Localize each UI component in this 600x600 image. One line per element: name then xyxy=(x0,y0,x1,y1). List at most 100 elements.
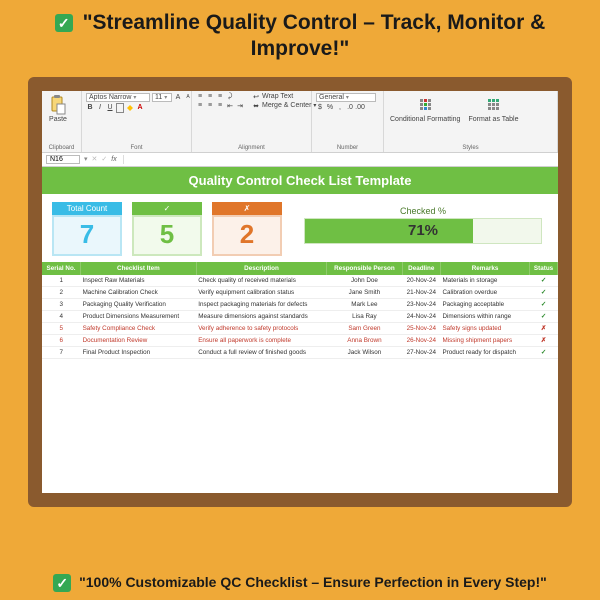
align-middle-icon[interactable]: ≡ xyxy=(206,93,214,101)
formula-input[interactable] xyxy=(123,155,554,164)
cell-desc[interactable]: Check quality of received materials xyxy=(196,275,327,287)
conditional-formatting-button[interactable]: Conditional Formatting xyxy=(388,93,462,125)
worksheet[interactable]: Quality Control Check List Template Tota… xyxy=(42,167,558,493)
cell-deadline[interactable]: 23-Nov-24 xyxy=(402,298,440,310)
table-row[interactable]: 2Machine Calibration CheckVerify equipme… xyxy=(42,286,558,298)
indent-increase-icon[interactable]: ⇥ xyxy=(236,102,244,110)
cell-item[interactable]: Machine Calibration Check xyxy=(81,286,197,298)
cell-desc[interactable]: Verify equipment calibration status xyxy=(196,286,327,298)
enter-icon[interactable]: ✓ xyxy=(101,155,107,163)
cell-deadline[interactable]: 20-Nov-24 xyxy=(402,275,440,287)
cell-status[interactable]: ✓ xyxy=(530,275,558,287)
font-name-select[interactable]: Aptos Narrow▾ xyxy=(86,93,150,102)
increase-decimal-icon[interactable]: .0 xyxy=(346,104,354,112)
cell-person[interactable]: Jack Wilson xyxy=(327,346,402,358)
align-center-icon[interactable]: ≡ xyxy=(206,102,214,110)
align-bottom-icon[interactable]: ≡ xyxy=(216,93,224,101)
cell-status[interactable]: ✓ xyxy=(530,346,558,358)
paste-button[interactable]: Paste xyxy=(46,93,70,125)
cell-serial[interactable]: 2 xyxy=(42,286,81,298)
format-as-table-button[interactable]: Format as Table xyxy=(466,93,520,125)
cell-item[interactable]: Final Product Inspection xyxy=(81,346,197,358)
decrease-font-icon[interactable]: A xyxy=(184,93,192,101)
cell-remarks[interactable]: Calibration overdue xyxy=(440,286,529,298)
cell-item[interactable]: Documentation Review xyxy=(81,334,197,346)
cell-remarks[interactable]: Packaging acceptable xyxy=(440,298,529,310)
align-top-icon[interactable]: ≡ xyxy=(196,93,204,101)
cell-remarks[interactable]: Missing shipment papers xyxy=(440,334,529,346)
cell-serial[interactable]: 3 xyxy=(42,298,81,310)
cell-desc[interactable]: Inspect packaging materials for defects xyxy=(196,298,327,310)
border-button[interactable] xyxy=(116,104,124,112)
merge-center-button[interactable]: ⬌ Merge & Center ▾ xyxy=(252,102,316,110)
table-row[interactable]: 4Product Dimensions MeasurementMeasure d… xyxy=(42,310,558,322)
italic-button[interactable]: I xyxy=(96,104,104,112)
cell-desc[interactable]: Verify adherence to safety protocols xyxy=(196,322,327,334)
cell-status[interactable]: ✗ xyxy=(530,322,558,334)
col-desc[interactable]: Description xyxy=(196,262,327,275)
table-row[interactable]: 7Final Product InspectionConduct a full … xyxy=(42,346,558,358)
font-size-select[interactable]: 11▾ xyxy=(152,93,172,102)
cell-desc[interactable]: Conduct a full review of finished goods xyxy=(196,346,327,358)
table-row[interactable]: 3Packaging Quality VerificationInspect p… xyxy=(42,298,558,310)
table-row[interactable]: 1Inspect Raw MaterialsCheck quality of r… xyxy=(42,275,558,287)
cell-serial[interactable]: 5 xyxy=(42,322,81,334)
align-right-icon[interactable]: ≡ xyxy=(216,102,224,110)
table-row[interactable]: 6Documentation ReviewEnsure all paperwor… xyxy=(42,334,558,346)
cell-desc[interactable]: Ensure all paperwork is complete xyxy=(196,334,327,346)
decrease-decimal-icon[interactable]: .00 xyxy=(356,104,364,112)
fill-color-button[interactable] xyxy=(126,104,134,112)
comma-format-icon[interactable]: , xyxy=(336,104,344,112)
increase-font-icon[interactable]: A xyxy=(174,93,182,101)
cell-desc[interactable]: Measure dimensions against standards xyxy=(196,310,327,322)
orientation-icon[interactable]: ⤸ xyxy=(226,93,234,101)
underline-button[interactable]: U xyxy=(106,104,114,112)
cell-remarks[interactable]: Materials in storage xyxy=(440,275,529,287)
indent-decrease-icon[interactable]: ⇤ xyxy=(226,102,234,110)
table-row[interactable]: 5Safety Compliance CheckVerify adherence… xyxy=(42,322,558,334)
cell-status[interactable]: ✓ xyxy=(530,310,558,322)
cell-status[interactable]: ✗ xyxy=(530,334,558,346)
cell-deadline[interactable]: 27-Nov-24 xyxy=(402,346,440,358)
cell-person[interactable]: Mark Lee xyxy=(327,298,402,310)
cell-person[interactable]: John Doe xyxy=(327,275,402,287)
cell-remarks[interactable]: Safety signs updated xyxy=(440,322,529,334)
cell-deadline[interactable]: 21-Nov-24 xyxy=(402,286,440,298)
percent-format-icon[interactable]: % xyxy=(326,104,334,112)
col-status[interactable]: Status xyxy=(530,262,558,275)
col-remarks[interactable]: Remarks xyxy=(440,262,529,275)
col-deadline[interactable]: Deadline xyxy=(402,262,440,275)
wrap-text-button[interactable]: ↩ Wrap Text xyxy=(252,93,316,101)
number-format-select[interactable]: General▾ xyxy=(316,93,376,102)
cell-remarks[interactable]: Product ready for dispatch xyxy=(440,346,529,358)
cell-serial[interactable]: 7 xyxy=(42,346,81,358)
cell-person[interactable]: Lisa Ray xyxy=(327,310,402,322)
bold-button[interactable]: B xyxy=(86,104,94,112)
cell-deadline[interactable]: 24-Nov-24 xyxy=(402,310,440,322)
cancel-icon[interactable]: ✕ xyxy=(92,155,98,163)
cell-deadline[interactable]: 26-Nov-24 xyxy=(402,334,440,346)
font-color-button[interactable]: A xyxy=(136,104,144,112)
cell-item[interactable]: Inspect Raw Materials xyxy=(81,275,197,287)
col-serial[interactable]: Serial No. xyxy=(42,262,81,275)
cell-item[interactable]: Safety Compliance Check xyxy=(81,322,197,334)
accounting-format-icon[interactable]: $ xyxy=(316,104,324,112)
cell-status[interactable]: ✓ xyxy=(530,286,558,298)
align-left-icon[interactable]: ≡ xyxy=(196,102,204,110)
chevron-down-icon[interactable]: ▾ xyxy=(84,155,88,163)
cell-remarks[interactable]: Dimensions within range xyxy=(440,310,529,322)
cell-item[interactable]: Product Dimensions Measurement xyxy=(81,310,197,322)
fx-icon[interactable]: fx xyxy=(111,156,116,163)
cell-deadline[interactable]: 25-Nov-24 xyxy=(402,322,440,334)
cell-person[interactable]: Sam Green xyxy=(327,322,402,334)
cell-serial[interactable]: 6 xyxy=(42,334,81,346)
cell-serial[interactable]: 1 xyxy=(42,275,81,287)
cell-person[interactable]: Anna Brown xyxy=(327,334,402,346)
cell-status[interactable]: ✓ xyxy=(530,298,558,310)
name-box[interactable]: N16 xyxy=(46,155,80,164)
col-person[interactable]: Responsible Person xyxy=(327,262,402,275)
cell-person[interactable]: Jane Smith xyxy=(327,286,402,298)
cell-serial[interactable]: 4 xyxy=(42,310,81,322)
col-item[interactable]: Checklist Item xyxy=(81,262,197,275)
cell-item[interactable]: Packaging Quality Verification xyxy=(81,298,197,310)
